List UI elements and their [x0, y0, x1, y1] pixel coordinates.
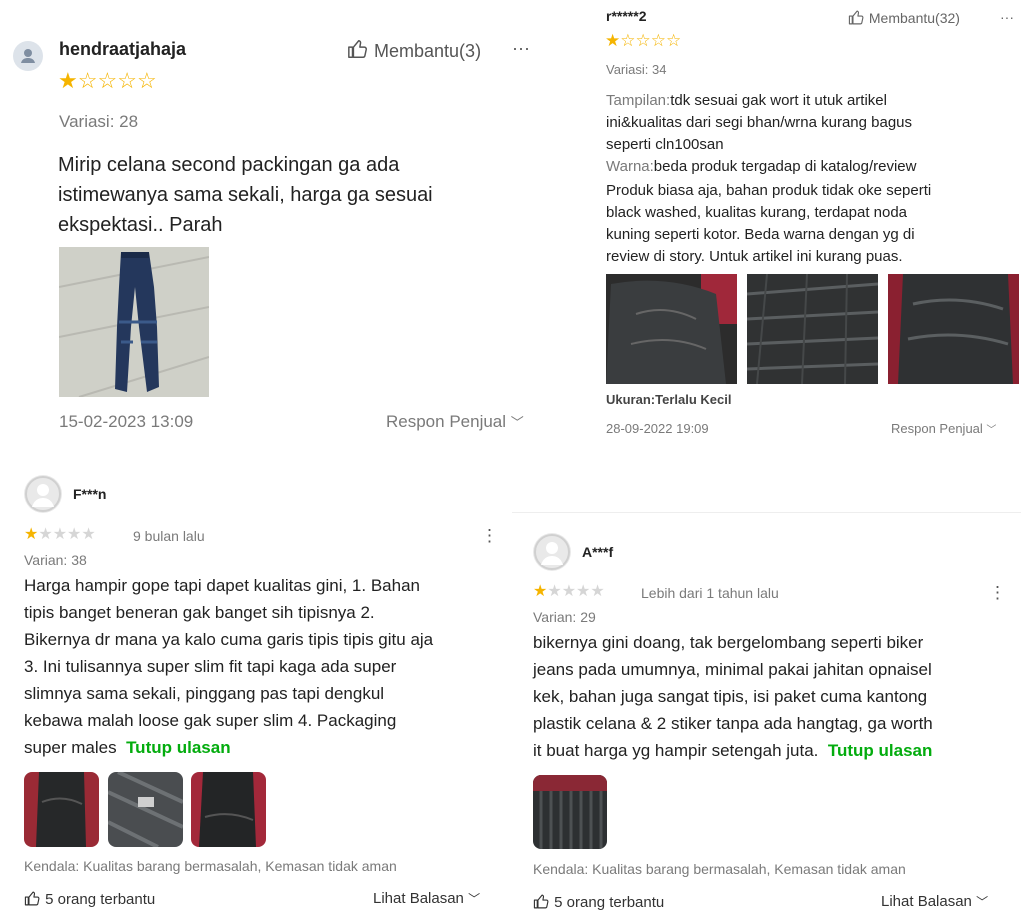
star-icon: ★: [52, 526, 68, 543]
chevron-down-icon: ﹀: [510, 415, 524, 430]
review-photo[interactable]: [108, 772, 183, 847]
time-ago: Lebih dari 1 tahun lalu: [641, 585, 779, 601]
variation: Variasi: 34: [606, 62, 667, 77]
star-icon: ★: [58, 68, 78, 93]
star-icon: ☆: [620, 31, 636, 50]
helpful-count: 5 orang terbantu: [554, 894, 665, 911]
review-photo[interactable]: [606, 274, 737, 384]
review-photo[interactable]: [191, 772, 266, 847]
thumbs-up-icon: [24, 891, 45, 908]
helpful-count: 5 orang terbantu: [45, 891, 156, 908]
star-icon: ★: [81, 526, 96, 543]
more-options-icon[interactable]: ···: [512, 38, 530, 59]
star-rating: ★★★★★: [533, 583, 605, 601]
star-icon: ★: [24, 526, 39, 543]
tampilan-section: Tampilan:tdk sesuai gak wort it utuk art…: [606, 92, 917, 175]
variation: Varian: 29: [533, 609, 596, 625]
star-icon: ☆: [666, 31, 682, 50]
chevron-down-icon: ﹀: [976, 895, 989, 909]
star-icon: ☆: [97, 68, 118, 93]
issues: Kendala: Kualitas barang bermasalah, Kem…: [24, 858, 397, 874]
thumbs-up-icon: [848, 10, 869, 26]
variation: Varian: 38: [24, 552, 87, 568]
chevron-down-icon: ﹀: [986, 425, 997, 436]
avatar[interactable]: [533, 533, 571, 571]
more-options-icon[interactable]: ⋮: [481, 526, 498, 546]
variation: Variasi: 28: [59, 112, 139, 131]
avatar[interactable]: [13, 41, 43, 71]
seller-response-toggle[interactable]: Respon Penjual ﹀: [386, 412, 524, 432]
helpful-button[interactable]: 5 orang terbantu: [24, 890, 155, 908]
tampilan-label: Tampilan:: [606, 92, 671, 109]
review-card-1: hendraatjahaja ★☆☆☆☆ Membantu(3) ··· Var…: [0, 0, 560, 450]
star-icon: ★: [38, 526, 53, 543]
star-icon: ☆: [635, 31, 651, 50]
star-icon: ☆: [650, 31, 666, 50]
close-review-link[interactable]: Tutup ulasan: [828, 741, 933, 760]
star-icon: ★: [547, 583, 562, 600]
review-date: 28-09-2022 19:09: [606, 421, 709, 436]
thumbs-up-icon: [533, 894, 554, 911]
star-icon: ★: [561, 583, 577, 600]
username[interactable]: hendraatjahaja: [59, 39, 186, 60]
star-icon: ☆: [136, 68, 157, 93]
star-icon: ★: [576, 583, 591, 600]
view-replies-button[interactable]: Lihat Balasan ﹀: [881, 893, 988, 910]
review-photo[interactable]: [747, 274, 878, 384]
review-date: 15-02-2023 13:09: [59, 412, 194, 431]
helpful-button[interactable]: 5 orang terbantu: [533, 893, 664, 911]
review-card-4: A***f ★★★★★ Lebih dari 1 tahun lalu ⋮ Va…: [512, 512, 1021, 922]
avatar[interactable]: [24, 475, 62, 513]
issues: Kendala: Kualitas barang bermasalah, Kem…: [533, 861, 906, 877]
seller-response-toggle[interactable]: Respon Penjual ﹀: [891, 421, 996, 436]
helpful-button[interactable]: Membantu(3): [347, 38, 481, 62]
thumbs-up-icon: [347, 40, 374, 61]
review-photo[interactable]: [59, 247, 209, 397]
helpful-label: Membantu(3): [374, 41, 482, 61]
star-rating: ★★★★★: [24, 526, 96, 544]
star-icon: ★: [590, 583, 605, 600]
star-icon: ★: [67, 526, 82, 543]
username[interactable]: r*****2: [606, 8, 646, 24]
star-icon: ☆: [117, 68, 137, 93]
star-rating: ★☆☆☆☆: [58, 68, 157, 94]
review-photo[interactable]: [533, 775, 607, 849]
star-rating: ★☆☆☆☆: [605, 31, 681, 51]
username[interactable]: F***n: [73, 486, 106, 502]
more-options-icon[interactable]: ···: [1000, 9, 1014, 25]
review-text: Harga hampir gope tapi dapet kualitas gi…: [24, 576, 434, 757]
review-photo[interactable]: [24, 772, 99, 847]
star-icon: ★: [533, 583, 548, 600]
username[interactable]: A***f: [582, 544, 613, 560]
size-fit: Ukuran:Terlalu Kecil: [606, 392, 732, 407]
helpful-label: Membantu(32): [868, 10, 960, 26]
review-text: bikernya gini doang, tak bergelombang se…: [533, 633, 933, 760]
review-card-2: r*****2 ★☆☆☆☆ Membantu(32) ··· Variasi: …: [596, 0, 1021, 450]
view-replies-button[interactable]: Lihat Balasan ﹀: [373, 890, 480, 907]
more-options-icon[interactable]: ⋮: [989, 583, 1006, 603]
warna-label: Warna:: [606, 158, 654, 175]
star-icon: ★: [605, 31, 621, 50]
review-text: Produk biasa aja, bahan produk tidak oke…: [606, 182, 932, 265]
review-text: Mirip celana second packingan ga ada ist…: [58, 154, 433, 236]
time-ago: 9 bulan lalu: [133, 528, 205, 544]
star-icon: ☆: [77, 68, 98, 93]
review-card-3: F***n ★★★★★ 9 bulan lalu ⋮ Varian: 38 Ha…: [0, 465, 510, 921]
helpful-button[interactable]: Membantu(32): [848, 9, 960, 26]
close-review-link[interactable]: Tutup ulasan: [126, 738, 231, 757]
review-photo[interactable]: [888, 274, 1019, 384]
chevron-down-icon: ﹀: [468, 892, 481, 906]
